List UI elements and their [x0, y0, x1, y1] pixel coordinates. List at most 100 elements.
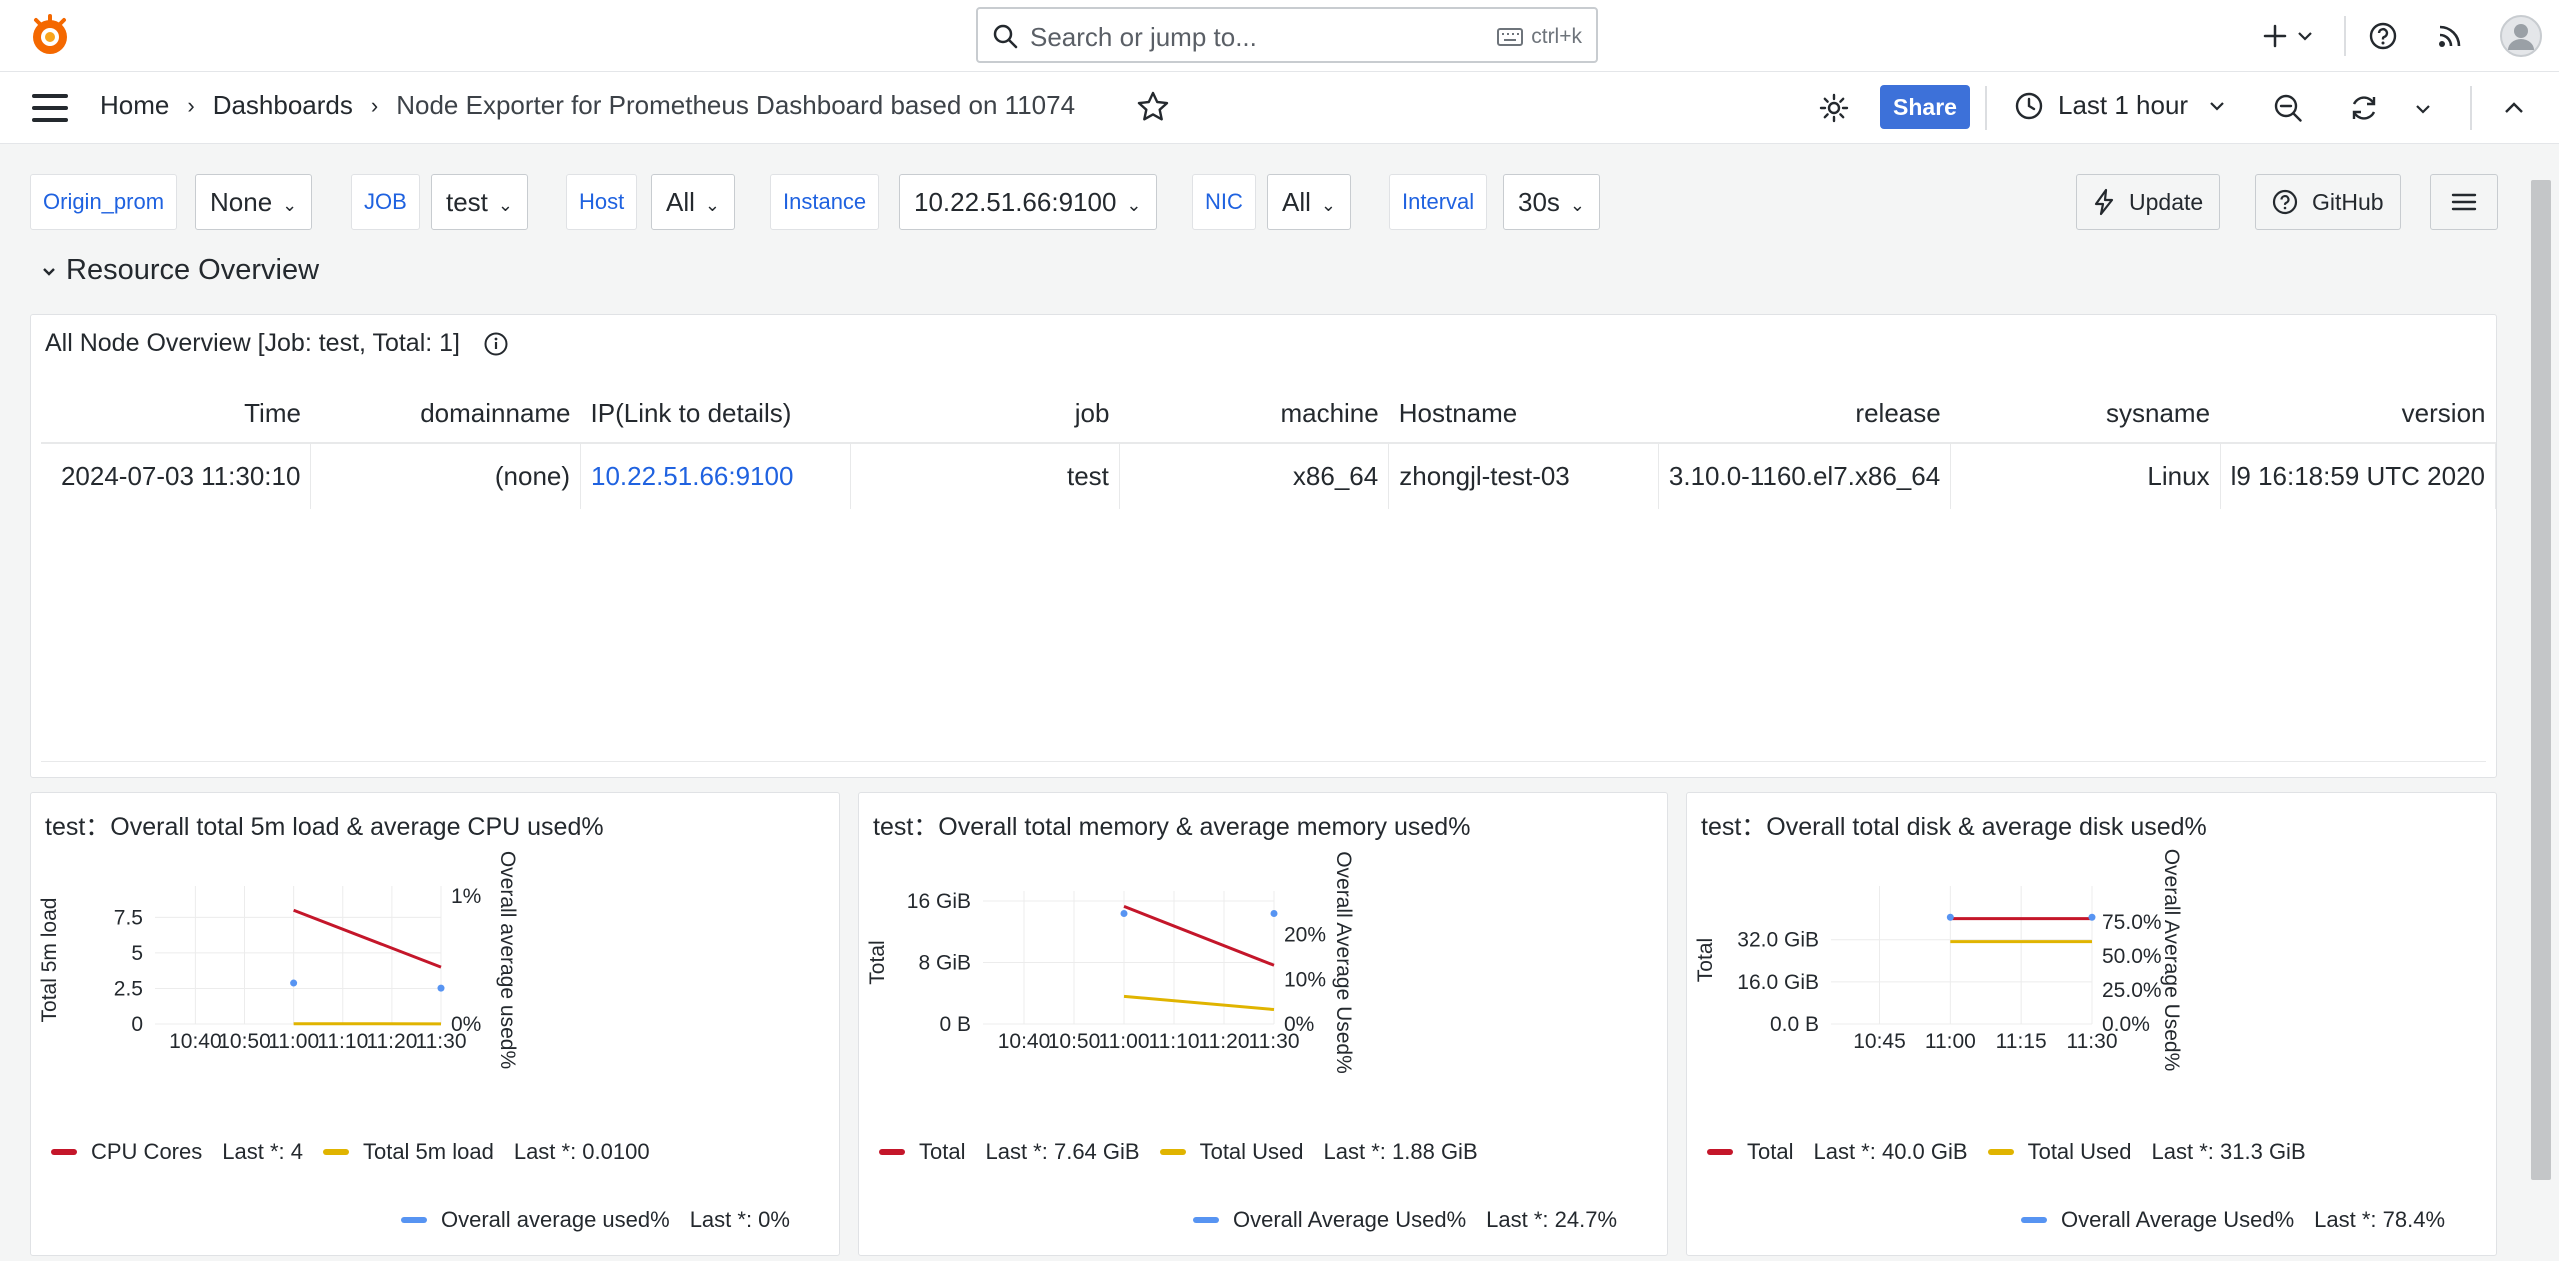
- legend-item-total-used[interactable]: Total Used Last *: 1.88 GiB: [1159, 1139, 1478, 1165]
- news-button[interactable]: [2436, 14, 2464, 58]
- series-point: [1120, 910, 1128, 918]
- chevron-down-icon[interactable]: [2414, 100, 2432, 118]
- help-button[interactable]: [2368, 14, 2398, 58]
- column-header-domainname[interactable]: domainname: [310, 385, 581, 444]
- plot-area: 10:4010:5011:00 11:10 11:20 11:300 B8 GiB16…: [866, 851, 1355, 1074]
- series-line: [293, 908, 442, 969]
- y-tick-label: 0 B: [939, 1013, 971, 1036]
- legend-series-name: Overall average used%: [441, 1207, 670, 1232]
- legend-item-cpu-cores[interactable]: CPU Cores Last *: 4: [51, 1139, 303, 1165]
- column-header-version[interactable]: version: [2220, 385, 2496, 444]
- memory-panel: test：Overall total memory & average memo…: [858, 792, 1668, 1256]
- var-select-interval[interactable]: 30s ⌄: [1503, 174, 1601, 230]
- column-header-job[interactable]: job: [850, 385, 1120, 444]
- var-value-job: test: [446, 187, 488, 217]
- share-button[interactable]: Share: [1880, 85, 1970, 129]
- var-label-nic: NIC: [1192, 174, 1256, 230]
- x-tick-label: 11:00: [1099, 1030, 1150, 1053]
- chart-legend: Total Last *: 7.64 GiB Total Used Last *: …: [879, 1139, 1478, 1165]
- column-header-machine[interactable]: machine: [1119, 385, 1389, 444]
- var-select-origin-prom[interactable]: None ⌄: [195, 174, 313, 230]
- var-label-instance: Instance: [770, 174, 880, 230]
- help-icon: [2369, 22, 2397, 50]
- page-scrollbar[interactable]: [2527, 152, 2555, 1252]
- x-tick-label: 11:10: [1149, 1030, 1200, 1053]
- chevron-up-icon[interactable]: [2502, 96, 2526, 120]
- column-header-ip[interactable]: IP(Link to details): [580, 385, 851, 444]
- breadcrumb-home[interactable]: Home: [100, 90, 169, 121]
- var-select-host[interactable]: All ⌄: [651, 174, 735, 230]
- info-icon[interactable]: [483, 331, 509, 357]
- cell-version: l9 16:18:59 UTC 2020: [2220, 443, 2497, 509]
- new-menu-button[interactable]: [2262, 14, 2314, 58]
- plus-icon: [2263, 24, 2287, 48]
- time-range-label: Last 1 hour: [2058, 90, 2189, 120]
- legend-item-total[interactable]: Total Last *: 7.64 GiB: [879, 1139, 1140, 1165]
- zoom-out-icon[interactable]: [2272, 92, 2304, 124]
- var-label-job: JOB: [351, 174, 420, 230]
- series-point: [437, 984, 445, 992]
- star-favorite-icon[interactable]: [1136, 90, 1170, 124]
- legend-series-name: CPU Cores: [91, 1139, 203, 1164]
- series-point: [1946, 913, 1954, 921]
- cell-time: 2024-07-03 11:30:10: [41, 443, 312, 509]
- x-tick-label: 11:20: [1199, 1030, 1250, 1053]
- time-range-picker[interactable]: Last 1 hour: [2014, 90, 2226, 121]
- legend-swatch: [879, 1149, 905, 1155]
- legend-item-overall-average-used[interactable]: Overall average used% Last *: 0%: [401, 1207, 790, 1233]
- github-button[interactable]: GitHub: [2255, 174, 2401, 230]
- user-avatar[interactable]: [2500, 14, 2542, 58]
- grafana-logo-icon[interactable]: [26, 12, 74, 60]
- y-tick-label: 5: [131, 942, 143, 965]
- chevron-down-icon: [43, 267, 55, 276]
- row-title: Resource Overview: [66, 254, 320, 286]
- legend-series-last: Last *: 31.3 GiB: [2151, 1139, 2306, 1164]
- y2-tick-label: 1%: [451, 885, 481, 908]
- menu-toggle-button[interactable]: [32, 94, 68, 122]
- y2-tick-label: 0.0%: [2102, 1013, 2150, 1036]
- column-header-release[interactable]: release: [1658, 385, 1951, 444]
- column-header-sysname[interactable]: sysname: [1950, 385, 2221, 444]
- legend-series-last: Last *: 0%: [689, 1207, 790, 1232]
- dashboard-list-button[interactable]: [2430, 174, 2498, 230]
- cell-hostname: zhongjl-test-03: [1388, 443, 1659, 509]
- series-point: [290, 979, 298, 987]
- var-label-origin-prom: Origin_prom: [30, 174, 178, 230]
- x-tick-label: 11:00: [1925, 1030, 1976, 1053]
- row-toggle-resource-overview[interactable]: Resource Overview: [40, 254, 319, 287]
- update-button[interactable]: Update: [2076, 174, 2221, 230]
- y-axis-label: Total: [1694, 938, 1717, 982]
- legend-swatch: [51, 1149, 77, 1155]
- var-select-nic[interactable]: All ⌄: [1267, 174, 1351, 230]
- node-details-link[interactable]: 10.22.51.66:9100: [591, 461, 793, 491]
- column-header-hostname[interactable]: Hostname: [1388, 385, 1659, 444]
- series-line: [1123, 994, 1275, 1012]
- scrollbar-thumb[interactable]: [2531, 180, 2551, 1180]
- legend-item-overall-average-used[interactable]: Overall Average Used% Last *: 24.7%: [1193, 1207, 1617, 1233]
- x-tick-label: 11:15: [1996, 1030, 2047, 1053]
- legend-item-overall-average-used[interactable]: Overall Average Used% Last *: 78.4%: [2021, 1207, 2445, 1233]
- x-tick-label: 10:40: [169, 1030, 222, 1053]
- legend-item-total[interactable]: Total Last *: 40.0 GiB: [1707, 1139, 1968, 1165]
- legend-item-total-5m-load[interactable]: Total 5m load Last *: 0.0100: [322, 1139, 650, 1165]
- table-row: 2024-07-03 11:30:10 (none) 10.22.51.66:9…: [41, 443, 2497, 509]
- gear-icon[interactable]: [1818, 92, 1850, 124]
- breadcrumb-dashboards[interactable]: Dashboards: [213, 90, 353, 121]
- legend-item-total-used[interactable]: Total Used Last *: 31.3 GiB: [1987, 1139, 2306, 1165]
- legend-swatch: [401, 1217, 427, 1223]
- search-input[interactable]: Search or jump to... ctrl+k: [976, 7, 1598, 63]
- var-select-job[interactable]: test ⌄: [431, 174, 529, 230]
- refresh-icon[interactable]: [2348, 92, 2380, 124]
- cpu-load-chart: 10:4010:5011:0011:1011:2011:3002.557.50%…: [38, 851, 519, 1069]
- update-button-label: Update: [2129, 189, 2204, 215]
- chevron-down-icon: ⌄: [1126, 195, 1142, 215]
- y-tick-label: 32.0 GiB: [1737, 929, 1819, 952]
- legend-series-name: Total: [919, 1139, 966, 1164]
- disk-panel: test：Overall total disk & average disk u…: [1686, 792, 2497, 1256]
- keyboard-icon: [1497, 28, 1524, 46]
- y-tick-label: 0: [131, 1013, 143, 1036]
- chevron-right-icon: ›: [370, 92, 379, 118]
- node-table-title: All Node Overview [Job: test, Total: 1]: [45, 329, 461, 357]
- var-select-instance[interactable]: 10.22.51.66:9100 ⌄: [899, 174, 1157, 230]
- column-header-time[interactable]: Time: [41, 385, 311, 444]
